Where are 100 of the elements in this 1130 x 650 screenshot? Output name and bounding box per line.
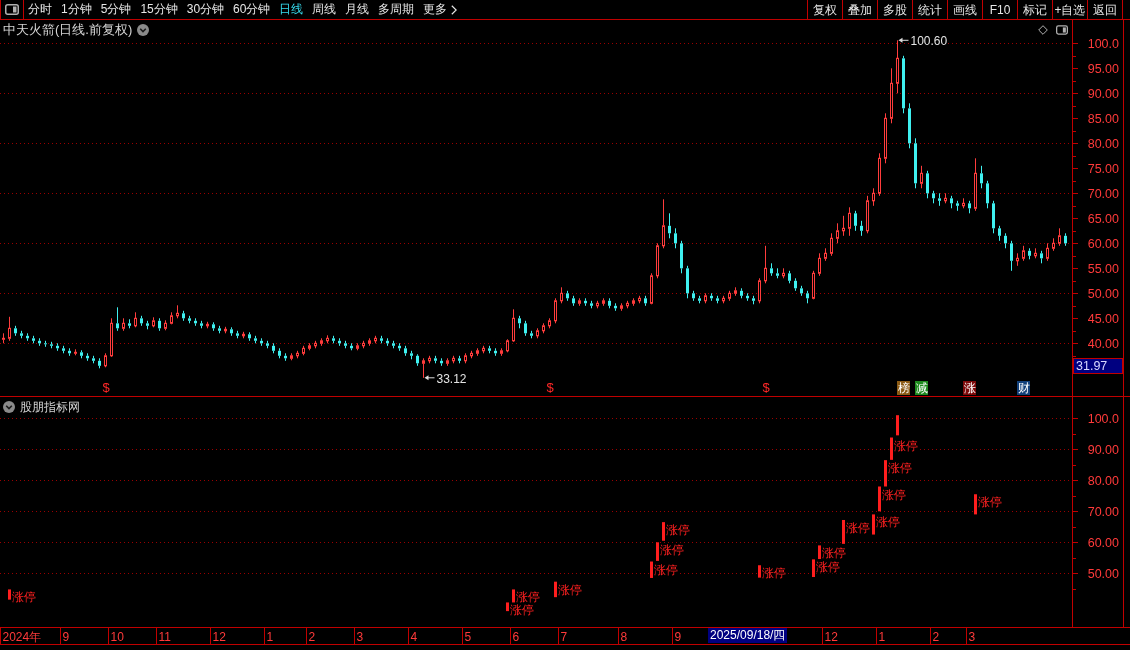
axis-label: 40.00 [1087,337,1119,351]
axis-label: 95.00 [1087,62,1119,76]
axis-label: 8 [620,629,628,644]
toolbar-button[interactable]: 返回 [1087,0,1122,19]
period-tab[interactable]: 月线 [345,0,370,19]
limit-up-label: 涨停 [12,590,36,605]
dropdown-icon[interactable] [3,401,15,413]
event-marker: $ [762,381,770,394]
more-menu-button[interactable]: 更多 [423,0,458,19]
info-tile: 财 [1017,381,1030,395]
axis-label: 85.00 [1087,112,1119,126]
limit-up-label: 涨停 [882,487,906,502]
axis-label: 2 [308,629,316,644]
cursor-price-label: 31.97 [1073,358,1123,374]
axis-label: 9 [674,629,682,644]
period-tab[interactable]: 15分钟 [140,0,178,19]
limit-up-bar [512,589,515,603]
event-marker: $ [546,381,554,394]
axis-label: 90.00 [1087,87,1119,101]
toolbar-button[interactable]: 复权 [807,0,842,19]
period-tab[interactable]: 多周期 [378,0,415,19]
chart-title: 中天火箭(日线.前复权) [3,23,133,37]
limit-up-label: 涨停 [888,461,912,476]
diamond-icon[interactable] [1038,25,1048,35]
axis-label: 4 [410,629,418,644]
cursor-date-label: 2025/09/18/四 [708,628,788,643]
axis-label: 70.00 [1087,505,1119,519]
toolbar-button[interactable]: +自选 [1052,0,1087,19]
panel-icon[interactable] [1056,25,1068,35]
limit-up-label: 涨停 [762,566,786,581]
axis-label: 5 [464,629,472,644]
axis-label: 45.00 [1087,312,1119,326]
limit-up-bar [872,514,875,535]
toolbar-button[interactable]: 叠加 [842,0,877,19]
info-tile: 榜 [897,381,910,395]
axis-label: 9 [62,629,70,644]
toolbar-button[interactable]: 多股 [877,0,912,19]
period-tab[interactable]: 1分钟 [61,0,92,19]
limit-up-bar [662,522,665,541]
period-tab[interactable]: 周线 [312,0,337,19]
axis-label: 12 [824,629,838,644]
indicator-title: 股朋指标网 [20,400,80,414]
axis-label: 1 [878,629,886,644]
limit-up-label: 涨停 [822,546,846,561]
limit-up-label: 涨停 [660,543,684,558]
axis-label: 1 [266,629,274,644]
axis-label: 60.00 [1087,536,1119,550]
toolbar-button[interactable]: 画线 [947,0,982,19]
limit-up-label: 涨停 [516,590,540,605]
limit-up-bar [554,581,557,598]
axis-label: 65.00 [1087,212,1119,226]
axis-label: 12 [212,629,226,644]
axis-label: 50.00 [1087,287,1119,301]
period-tab[interactable]: 30分钟 [186,0,225,19]
axis-label: 100.0 [1087,412,1119,426]
limit-up-label: 涨停 [978,495,1002,510]
limit-up-bar [8,589,11,600]
axis-label: 55.00 [1087,262,1119,276]
axis-label: 3 [356,629,364,644]
limit-up-bar [842,520,845,544]
panel-toggle-button[interactable] [0,0,24,19]
period-tab[interactable]: 5分钟 [100,0,132,19]
limit-up-bar [884,460,887,487]
panel-icon [5,4,19,15]
limit-up-label: 涨停 [654,562,678,577]
period-tab[interactable]: 日线 [279,0,304,19]
axis-label: 3 [968,629,976,644]
limit-up-label: 涨停 [846,521,870,535]
toolbar-button[interactable]: 统计 [912,0,947,19]
axis-label: 6 [512,629,520,644]
axis-label: 70.00 [1087,187,1119,201]
axis-label: 75.00 [1087,162,1119,176]
limit-up-label: 涨停 [558,582,582,597]
axis-label: 60.00 [1087,237,1119,251]
dropdown-icon[interactable] [137,24,150,36]
axis-label: 7 [560,629,568,644]
axis-label: 80.00 [1087,137,1119,151]
toolbar-button[interactable]: F10 [982,0,1017,19]
limit-up-bar [506,602,509,612]
limit-up-label: 涨停 [816,560,840,575]
limit-up-bar [890,437,893,460]
limit-up-bar [812,559,815,577]
axis-label: 11 [158,629,171,644]
limit-up-bar [758,565,761,578]
limit-up-bar [974,494,977,515]
period-tab[interactable]: 分时 [28,0,52,19]
limit-up-label: 涨停 [510,603,534,618]
limit-up-bar [878,486,881,512]
axis-label: 80.00 [1087,474,1119,488]
axis-label: 2 [932,629,940,644]
period-tab[interactable]: 60分钟 [233,0,271,19]
axis-label: 100.0 [1087,37,1119,51]
axis-label: 50.00 [1087,567,1119,581]
axis-label: 90.00 [1087,443,1119,457]
limit-up-label: 涨停 [876,515,900,530]
toolbar-button[interactable]: 标记 [1017,0,1052,19]
chevron-right-icon [451,4,458,15]
event-marker: $ [102,381,110,394]
limit-up-bar [896,415,899,436]
limit-up-label: 涨停 [894,438,918,453]
